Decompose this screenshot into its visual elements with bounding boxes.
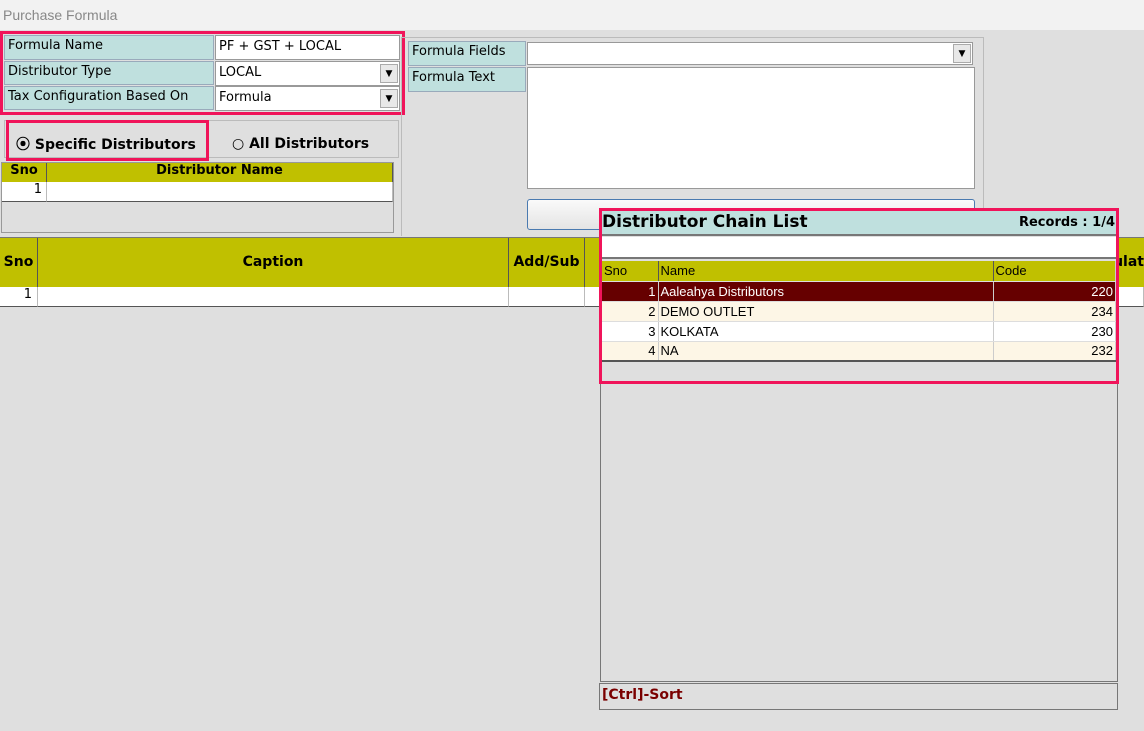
grid-cell-distributor-name[interactable] [47, 182, 393, 202]
popup-cell-code: 234 [993, 301, 1116, 322]
popup-cell-code: 220 [993, 281, 1116, 302]
main-cell-sno[interactable]: 1 [0, 287, 38, 307]
popup-header-sno[interactable]: Sno [602, 261, 659, 282]
distributor-type-label: Distributor Type [4, 61, 214, 85]
tax-config-value: Formula [219, 90, 272, 105]
popup-search-input[interactable] [602, 237, 1116, 259]
main-header-sno: Sno [0, 238, 38, 287]
grid-cell-sno[interactable]: 1 [2, 182, 47, 202]
radio-checked-icon: ⦿ [16, 137, 30, 153]
radio-all-label: All Distributors [249, 136, 370, 152]
popup-cell-name: NA [658, 341, 994, 362]
formula-text-label: Formula Text [408, 67, 526, 92]
popup-cell-code: 230 [993, 321, 1116, 342]
popup-cell-sno: 4 [602, 341, 659, 362]
popup-cell-name: KOLKATA [658, 321, 994, 342]
popup-row[interactable]: 4 NA 232 [602, 341, 1116, 362]
popup-cell-name: Aaleahya Distributors [658, 281, 994, 302]
popup-footer-sort-hint: [Ctrl]-Sort [599, 683, 1118, 710]
main-header-add-sub: Add/Sub [509, 238, 585, 287]
formula-name-input[interactable]: PF + GST + LOCAL [215, 35, 400, 60]
formula-fields-label: Formula Fields [408, 41, 526, 66]
popup-cell-code: 232 [993, 341, 1116, 362]
distributor-type-select[interactable]: LOCAL ▼ [215, 61, 400, 86]
radio-unchecked-icon: ○ [232, 136, 245, 152]
formula-text-area[interactable] [527, 67, 975, 189]
popup-row[interactable]: 3 KOLKATA 230 [602, 321, 1116, 342]
radio-specific-label: Specific Distributors [34, 137, 196, 153]
popup-header-name[interactable]: Name [658, 261, 994, 282]
main-cell-add-sub[interactable] [509, 287, 585, 307]
grid-header-sno: Sno [2, 163, 47, 182]
popup-cell-sno: 2 [602, 301, 659, 322]
records-count: Records : 1/4 [1018, 215, 1115, 230]
chevron-down-icon[interactable]: ▼ [380, 89, 398, 108]
distributor-chain-popup: [Ctrl]-Sort Distributor Chain List Recor… [599, 208, 1119, 710]
popup-cell-sno: 3 [602, 321, 659, 342]
main-header-caption: Caption [38, 238, 509, 287]
main-cell-caption[interactable] [38, 287, 509, 307]
window-title: Purchase Formula [0, 0, 1144, 30]
popup-header-code[interactable]: Code [993, 261, 1116, 282]
tax-config-label: Tax Configuration Based On [4, 86, 214, 110]
grid-header-distributor-name: Distributor Name [47, 163, 393, 182]
formula-name-label: Formula Name [4, 35, 214, 60]
formula-fields-select[interactable]: ▼ [527, 42, 973, 65]
popup-list-body [600, 383, 1118, 682]
popup-table: Sno Name Code 1 Aaleahya Distributors 22… [602, 261, 1116, 362]
popup-title-bar: Distributor Chain List Records : 1/4 [602, 211, 1116, 236]
popup-row-selected[interactable]: 1 Aaleahya Distributors 220 [602, 281, 1116, 302]
popup-cell-name: DEMO OUTLET [658, 301, 994, 322]
radio-specific-distributors[interactable]: ⦿ Specific Distributors [16, 134, 196, 154]
popup-cell-sno: 1 [602, 281, 659, 302]
tax-config-select[interactable]: Formula ▼ [215, 86, 400, 111]
chevron-down-icon[interactable]: ▼ [953, 44, 971, 63]
chevron-down-icon[interactable]: ▼ [380, 64, 398, 83]
popup-highlight: Distributor Chain List Records : 1/4 Sno… [599, 208, 1119, 384]
distributor-type-value: LOCAL [219, 65, 262, 80]
popup-title: Distributor Chain List [602, 212, 808, 232]
radio-all-distributors[interactable]: ○ All Distributors [232, 136, 369, 152]
popup-row[interactable]: 2 DEMO OUTLET 234 [602, 301, 1116, 322]
